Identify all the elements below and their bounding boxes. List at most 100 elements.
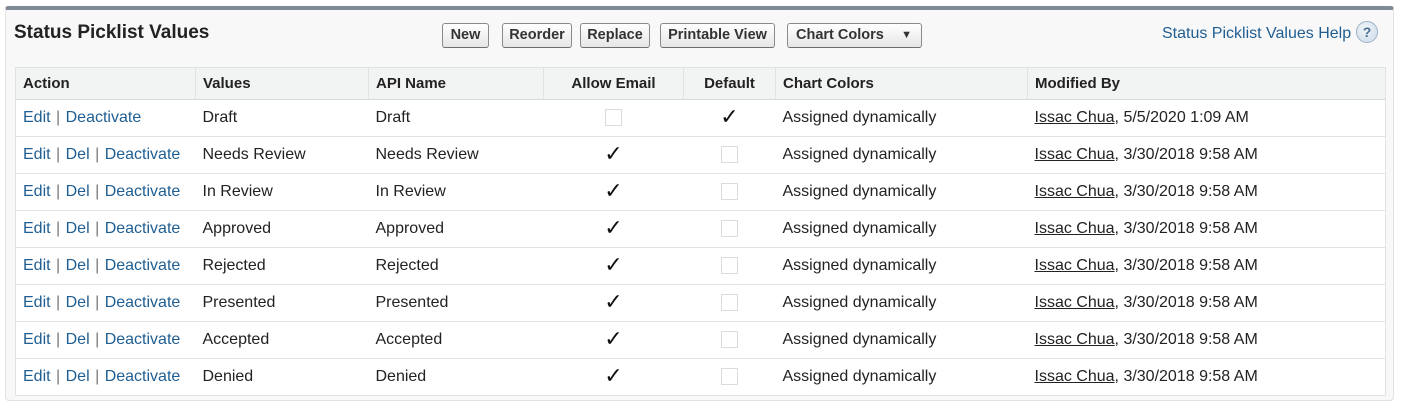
- deactivate-link[interactable]: Deactivate: [105, 294, 181, 311]
- modified-user-link[interactable]: Issac Chua: [1035, 257, 1115, 274]
- action-cell: Edit | Deactivate: [15, 99, 196, 137]
- allow-email-cell: ✓: [543, 173, 684, 211]
- action-cell: Edit | Del | Deactivate: [16, 359, 196, 396]
- edit-link[interactable]: Edit: [23, 331, 51, 348]
- action-cell: Edit | Del | Deactivate: [15, 247, 196, 285]
- chart-colors-cell: Assigned dynamically: [775, 284, 1028, 322]
- delete-link[interactable]: Del: [66, 257, 90, 274]
- delete-link[interactable]: Del: [66, 146, 90, 163]
- deactivate-link[interactable]: Deactivate: [105, 146, 181, 163]
- deactivate-link[interactable]: Deactivate: [66, 109, 142, 126]
- allow-email-cell: ✓: [543, 284, 684, 322]
- delete-link[interactable]: Del: [66, 294, 90, 311]
- action-separator: |: [51, 220, 65, 237]
- api-name-cell: Approved: [368, 210, 544, 248]
- modified-date: , 3/30/2018 9:58 AM: [1114, 220, 1258, 237]
- checkmark-icon: ✓: [604, 252, 623, 277]
- checkmark-icon: ✓: [604, 363, 623, 388]
- chart-colors-cell: Assigned dynamically: [775, 321, 1028, 359]
- value-cell: Needs Review: [195, 136, 369, 174]
- modified-by-cell: Issac Chua, 3/30/2018 9:58 AM: [1027, 136, 1386, 174]
- edit-link[interactable]: Edit: [23, 146, 51, 163]
- modified-user-link[interactable]: Issac Chua: [1035, 183, 1115, 200]
- chart-colors-dropdown[interactable]: Chart Colors ▼: [787, 23, 922, 48]
- default-cell: [684, 359, 776, 396]
- default-cell: [683, 247, 776, 285]
- modified-user-link[interactable]: Issac Chua: [1035, 368, 1115, 385]
- modified-user-link[interactable]: Issac Chua: [1035, 294, 1115, 311]
- help-link[interactable]: Status Picklist Values Help: [1162, 25, 1351, 43]
- deactivate-link[interactable]: Deactivate: [105, 368, 181, 385]
- action-cell: Edit | Del | Deactivate: [15, 210, 196, 248]
- table-row: Edit | Del | Deactivate Rejected Rejected ✓…: [15, 247, 1386, 285]
- modified-by-cell: Issac Chua, 3/30/2018 9:58 AM: [1028, 359, 1386, 396]
- table-row: Edit | Del | Deactivate Approved Approved ✓…: [15, 210, 1386, 248]
- modified-user-link[interactable]: Issac Chua: [1035, 220, 1115, 237]
- column-header-default: Default: [683, 67, 776, 100]
- edit-link[interactable]: Edit: [23, 294, 51, 311]
- modified-user-link[interactable]: Issac Chua: [1035, 109, 1115, 126]
- modified-user-link[interactable]: Issac Chua: [1035, 146, 1115, 163]
- default-cell: [683, 136, 776, 174]
- deactivate-link[interactable]: Deactivate: [105, 331, 181, 348]
- action-separator: |: [51, 331, 65, 348]
- default-cell: [683, 173, 776, 211]
- edit-link[interactable]: Edit: [23, 220, 51, 237]
- value-cell: Presented: [195, 284, 369, 322]
- modified-by-cell: Issac Chua, 5/5/2020 1:09 AM: [1027, 99, 1386, 137]
- modified-by-cell: Issac Chua, 3/30/2018 9:58 AM: [1027, 210, 1386, 248]
- deactivate-link[interactable]: Deactivate: [105, 257, 181, 274]
- api-name-cell: Needs Review: [368, 136, 544, 174]
- reorder-button[interactable]: Reorder: [502, 23, 572, 48]
- unchecked-box-icon: [721, 146, 738, 164]
- table-row: Edit | Del | Deactivate Needs Review Needs…: [15, 136, 1386, 174]
- checkmark-icon: ✓: [604, 178, 623, 203]
- deactivate-link[interactable]: Deactivate: [105, 220, 181, 237]
- action-separator: |: [90, 368, 104, 385]
- table-row: Edit | Deactivate Draft Draft ✓ Assigned dyn…: [15, 99, 1386, 137]
- unchecked-box-icon: [721, 220, 738, 238]
- modified-by-cell: Issac Chua, 3/30/2018 9:58 AM: [1027, 321, 1386, 359]
- new-button[interactable]: New: [442, 23, 489, 48]
- unchecked-box-icon: [721, 183, 738, 201]
- delete-link[interactable]: Del: [66, 331, 90, 348]
- chart-colors-cell: Assigned dynamically: [775, 173, 1028, 211]
- action-cell: Edit | Del | Deactivate: [15, 321, 196, 359]
- api-name-cell: Draft: [368, 99, 544, 137]
- modified-date: , 3/30/2018 9:58 AM: [1114, 183, 1258, 200]
- checkmark-icon: ✓: [604, 215, 623, 240]
- modified-by-cell: Issac Chua, 3/30/2018 9:58 AM: [1027, 173, 1386, 211]
- column-header-allow-email: Allow Email: [543, 67, 684, 100]
- column-header-modified-by: Modified By: [1027, 67, 1386, 100]
- edit-link[interactable]: Edit: [23, 368, 51, 385]
- default-cell: ✓: [683, 99, 776, 137]
- value-cell: Rejected: [195, 247, 369, 285]
- column-header-api-name: API Name: [368, 67, 544, 100]
- modified-date: , 3/30/2018 9:58 AM: [1114, 368, 1258, 385]
- default-cell: [683, 210, 776, 248]
- action-separator: |: [90, 331, 104, 348]
- edit-link[interactable]: Edit: [23, 257, 51, 274]
- help-icon[interactable]: ?: [1356, 21, 1378, 43]
- delete-link[interactable]: Del: [66, 183, 90, 200]
- action-separator: |: [51, 183, 65, 200]
- unchecked-box-icon: [721, 331, 738, 349]
- edit-link[interactable]: Edit: [23, 183, 51, 200]
- column-header-values: Values: [195, 67, 369, 100]
- allow-email-cell: ✓: [543, 136, 684, 174]
- value-cell: Accepted: [195, 321, 369, 359]
- edit-link[interactable]: Edit: [23, 109, 51, 126]
- api-name-cell: In Review: [368, 173, 544, 211]
- action-separator: |: [90, 294, 104, 311]
- delete-link[interactable]: Del: [66, 220, 90, 237]
- modified-user-link[interactable]: Issac Chua: [1035, 331, 1115, 348]
- replace-button[interactable]: Replace: [580, 23, 650, 48]
- deactivate-link[interactable]: Deactivate: [105, 183, 181, 200]
- modified-by-cell: Issac Chua, 3/30/2018 9:58 AM: [1027, 247, 1386, 285]
- value-cell: Denied: [202, 368, 254, 385]
- printable-view-button[interactable]: Printable View: [660, 23, 775, 48]
- delete-link[interactable]: Del: [66, 368, 90, 385]
- action-cell: Edit | Del | Deactivate: [15, 173, 196, 211]
- action-cell: Edit | Del | Deactivate: [15, 136, 196, 174]
- column-header-action: Action: [15, 67, 196, 100]
